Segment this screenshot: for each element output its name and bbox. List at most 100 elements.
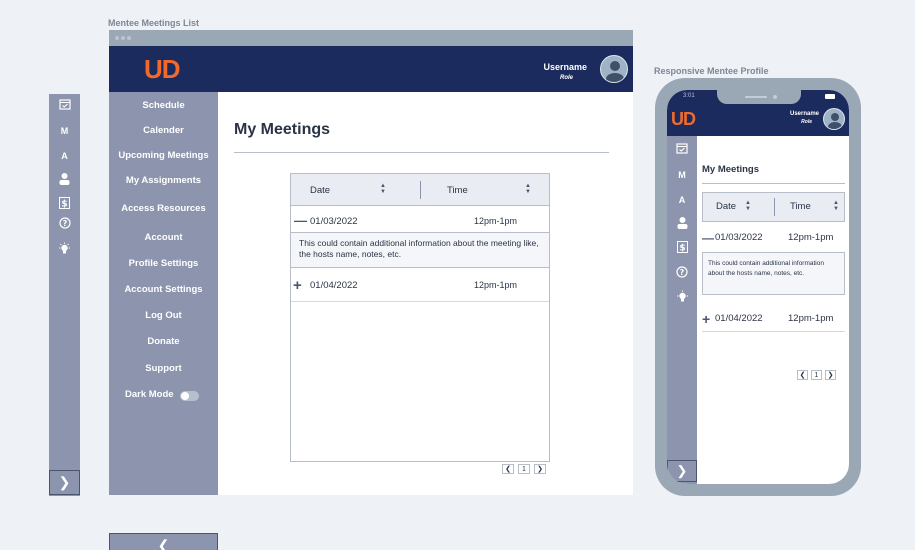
dollar-icon[interactable]: $ — [667, 241, 697, 255]
status-time: 3:01 — [683, 93, 695, 99]
column-header-time[interactable]: Time — [447, 185, 468, 196]
column-header-time[interactable]: Time — [790, 201, 811, 212]
rail-item-a[interactable]: A — [49, 151, 80, 161]
window-title-bar — [109, 30, 633, 46]
expand-sidebar-button[interactable]: ❯ — [667, 460, 697, 482]
sidebar-item-support[interactable]: Support — [109, 363, 218, 374]
logo[interactable]: UD — [671, 109, 696, 130]
sidebar-item-donate[interactable]: Donate — [109, 336, 218, 347]
avatar-body — [828, 122, 842, 129]
caption-responsive-mentee-profile: Responsive Mentee Profile — [654, 66, 769, 76]
window-dot — [115, 36, 119, 40]
row-detail: This could contain additional informatio… — [702, 252, 845, 295]
rail-item-a[interactable]: A — [667, 195, 697, 205]
table-row[interactable]: — 01/03/2022 12pm-1pm — [291, 206, 549, 232]
avatar-head — [610, 61, 620, 71]
user-icon[interactable] — [667, 216, 697, 231]
window-dot — [121, 36, 125, 40]
expand-sidebar-button[interactable]: ❯ — [49, 470, 80, 495]
window-dot — [127, 36, 131, 40]
table-header: Date ▲ ▼ Time ▲ ▼ — [702, 192, 845, 222]
table-row[interactable]: — 01/03/2022 12pm-1pm — [702, 228, 845, 248]
page-number[interactable]: 1 — [811, 370, 822, 380]
phone-notch — [717, 90, 801, 104]
sidebar-item-calender[interactable]: Calender — [109, 125, 218, 136]
row-date: 01/03/2022 — [310, 216, 358, 227]
rail-item-m[interactable]: M — [49, 126, 80, 136]
next-page-button[interactable]: ❯ — [825, 370, 836, 380]
sidebar-item-log-out[interactable]: Log Out — [109, 310, 218, 321]
help-icon[interactable]: ? — [667, 266, 697, 280]
lightbulb-icon[interactable] — [667, 290, 697, 305]
row-date: 01/04/2022 — [715, 313, 763, 324]
svg-text:?: ? — [62, 219, 67, 228]
expand-row-icon[interactable]: + — [702, 311, 710, 327]
sidebar-item-account[interactable]: Account — [109, 232, 218, 243]
row-date: 01/04/2022 — [310, 280, 358, 291]
title-divider — [702, 183, 845, 184]
page-title: My Meetings — [702, 164, 760, 175]
prev-page-button[interactable]: ❮ — [797, 370, 808, 380]
chevron-right-icon: ❯ — [58, 474, 71, 490]
row-time: 12pm-1pm — [788, 313, 834, 324]
row-time: 12pm-1pm — [474, 280, 518, 290]
dollar-icon[interactable]: $ — [49, 197, 80, 211]
collapsed-sidebar: M A $ ? — [49, 94, 80, 496]
calendar-check-icon[interactable] — [667, 142, 697, 156]
sidebar-item-my-assignments[interactable]: My Assignments — [109, 175, 218, 186]
avatar[interactable] — [600, 55, 628, 83]
phone-screen: 3:01 UD Username Role M A $ ? ❯ My Meeti… — [667, 90, 849, 484]
toggle-knob — [181, 392, 189, 400]
sidebar-item-access-resources[interactable]: Access Resources — [109, 203, 218, 214]
phone-header: UD Username Role — [667, 104, 849, 136]
caption-mentee-meetings-list: Mentee Meetings List — [108, 18, 200, 28]
sidebar: Schedule Calender Upcoming Meetings My A… — [109, 92, 218, 550]
avatar-head — [831, 113, 839, 121]
collapse-sidebar-button[interactable]: ❮ — [109, 533, 218, 550]
row-time: 12pm-1pm — [788, 232, 834, 243]
row-date: 01/03/2022 — [715, 232, 763, 243]
next-page-button[interactable]: ❯ — [534, 464, 546, 474]
collapse-row-icon[interactable]: — — [702, 231, 714, 245]
svg-text:$: $ — [61, 200, 67, 210]
user-icon[interactable] — [49, 172, 80, 187]
dark-mode-label: Dark Mode — [125, 389, 174, 400]
page-title: My Meetings — [234, 121, 331, 138]
sidebar-item-upcoming-meetings[interactable]: Upcoming Meetings — [109, 150, 218, 161]
sidebar-item-account-settings[interactable]: Account Settings — [109, 284, 218, 295]
expand-row-icon[interactable]: + — [293, 277, 302, 294]
column-header-date[interactable]: Date — [716, 201, 736, 212]
header-divider — [420, 181, 421, 199]
dark-mode-toggle[interactable] — [180, 391, 199, 401]
collapse-row-icon[interactable]: — — [294, 213, 307, 228]
help-icon[interactable]: ? — [49, 217, 80, 231]
calendar-check-icon[interactable] — [49, 98, 80, 112]
page-number[interactable]: 1 — [518, 464, 530, 474]
sort-icon[interactable]: ▲ ▼ — [745, 200, 751, 212]
logo[interactable]: UD — [144, 54, 181, 85]
avatar-body — [606, 73, 624, 82]
column-header-date[interactable]: Date — [310, 185, 330, 196]
phone-sidebar: M A $ ? ❯ — [667, 136, 697, 484]
user-role: Role — [801, 119, 812, 125]
sidebar-item-profile-settings[interactable]: Profile Settings — [109, 258, 218, 269]
table-header: Date ▲ ▼ Time ▲ ▼ — [291, 174, 549, 206]
table-row[interactable]: + 01/04/2022 12pm-1pm — [291, 268, 549, 302]
battery-icon — [825, 94, 835, 99]
pagination: ❮ 1 ❯ — [502, 464, 546, 474]
lightbulb-icon[interactable] — [49, 242, 80, 257]
sort-icon[interactable]: ▲ ▼ — [525, 183, 531, 195]
rail-item-m[interactable]: M — [667, 170, 697, 180]
username: Username — [543, 62, 587, 72]
chevron-right-icon: ❯ — [676, 463, 688, 478]
prev-page-button[interactable]: ❮ — [502, 464, 514, 474]
sort-icon[interactable]: ▲ ▼ — [833, 200, 839, 212]
camera-icon — [773, 95, 777, 99]
avatar[interactable] — [823, 108, 845, 130]
table-row[interactable]: + 01/04/2022 12pm-1pm — [702, 310, 845, 332]
chevron-left-icon: ❮ — [157, 536, 170, 550]
sidebar-item-schedule[interactable]: Schedule — [109, 100, 218, 111]
sort-icon[interactable]: ▲ ▼ — [380, 183, 386, 195]
app-header: UD Username Role — [109, 46, 633, 92]
row-time: 12pm-1pm — [474, 216, 518, 226]
